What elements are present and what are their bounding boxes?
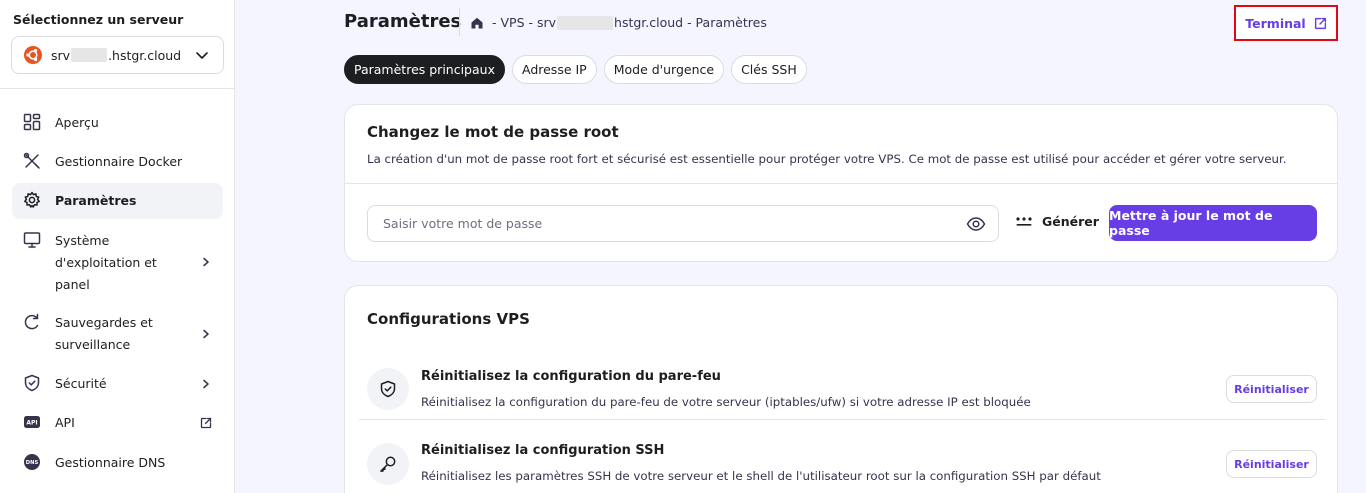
sidebar-item-api[interactable]: API API (12, 412, 223, 434)
page-title: Paramètres (344, 11, 462, 32)
sidebar-item-label: Aperçu (55, 115, 99, 130)
card-title: Changez le mot de passe root (367, 123, 619, 141)
sidebar-item-label: Gestionnaire DNS (55, 455, 166, 470)
breadcrumb: - VPS - srv hstgr.cloud - Paramètres (470, 15, 767, 30)
server-name-prefix: srv (51, 47, 71, 63)
sidebar: Sélectionnez un serveur srv .hstgr.cloud (0, 0, 235, 493)
api-icon: API (22, 412, 42, 432)
terminal-highlight: Terminal (1234, 5, 1338, 41)
sidebar-item-label: Sauvegardes et surveillance (55, 312, 199, 356)
row-title: Réinitialisez la configuration du pare-f… (421, 369, 721, 384)
shield-icon (22, 373, 42, 393)
external-link-icon (199, 416, 213, 430)
label-line: Système (55, 233, 110, 248)
label-line: surveillance (55, 337, 131, 352)
card-description: La création d'un mot de passe root fort … (367, 152, 1287, 166)
home-icon[interactable] (470, 16, 484, 30)
redacted-text (71, 48, 108, 62)
chevron-right-icon (199, 327, 213, 341)
tab-ip-address[interactable]: Adresse IP (511, 55, 597, 84)
shield-check-icon (367, 368, 409, 410)
vps-config-card: Configurations VPS Réinitialisez la conf… (344, 285, 1338, 493)
label-line: Sauvegardes et (55, 315, 153, 330)
sidebar-item-dns[interactable]: DNS Gestionnaire DNS (12, 452, 223, 474)
settings-tabs: Paramètres principaux Adresse IP Mode d'… (344, 55, 814, 84)
password-field[interactable] (367, 205, 999, 242)
sidebar-item-overview[interactable]: Aperçu (12, 112, 223, 134)
terminal-label: Terminal (1245, 15, 1306, 31)
row-description: Réinitialisez les paramètres SSH de votr… (421, 469, 1101, 483)
svg-text:DNS: DNS (26, 460, 39, 466)
title-divider (459, 8, 460, 36)
sidebar-divider (0, 88, 234, 89)
tab-main-settings[interactable]: Paramètres principaux (344, 55, 505, 84)
sidebar-item-docker[interactable]: Gestionnaire Docker (12, 151, 223, 173)
key-icon (367, 443, 409, 485)
refresh-icon (22, 312, 42, 332)
redacted-text (557, 15, 614, 30)
terminal-link[interactable]: Terminal (1245, 16, 1326, 31)
label-line: panel (55, 277, 90, 292)
row-title: Réinitialisez la configuration SSH (421, 443, 665, 458)
sidebar-item-settings[interactable]: Paramètres (12, 183, 223, 219)
server-select-title: Sélectionnez un serveur (13, 12, 184, 27)
external-link-icon (1314, 17, 1327, 30)
sidebar-item-security[interactable]: Sécurité (12, 373, 223, 395)
sidebar-item-label: Paramètres (55, 193, 137, 208)
sidebar-item-label: Système d'exploitation et panel (55, 230, 199, 296)
sidebar-item-label: Gestionnaire Docker (55, 154, 183, 169)
label-line: d'exploitation et (55, 255, 157, 270)
ubuntu-icon (24, 46, 42, 64)
overview-grid-icon (22, 112, 42, 132)
update-password-button[interactable]: Mettre à jour le mot de passe (1109, 205, 1317, 241)
reset-firewall-button[interactable]: Réinitialiser (1226, 375, 1317, 403)
monitor-icon (22, 230, 42, 250)
reset-ssh-button[interactable]: Réinitialiser (1226, 450, 1317, 478)
card-divider (345, 183, 1337, 184)
password-input[interactable] (368, 206, 928, 241)
chevron-down-icon (196, 52, 208, 59)
password-dots-icon (1016, 216, 1032, 227)
chevron-right-icon (199, 377, 213, 391)
svg-text:API: API (26, 420, 37, 427)
tab-emergency-mode[interactable]: Mode d'urgence (603, 55, 725, 84)
server-select[interactable]: srv .hstgr.cloud (11, 36, 224, 74)
row-divider (359, 419, 1325, 420)
chevron-right-icon (199, 255, 213, 269)
config-row-ssh: Réinitialisez la configuration SSH Réini… (359, 436, 1325, 492)
generate-label: Générer (1042, 214, 1099, 229)
gear-icon (22, 190, 42, 210)
generate-password-button[interactable]: Générer (1016, 214, 1099, 229)
server-name: srv .hstgr.cloud (51, 48, 181, 63)
sidebar-item-os-panel[interactable]: Système d'exploitation et panel (12, 230, 223, 296)
row-description: Réinitialisez la configuration du pare-f… (421, 395, 1031, 409)
dns-icon: DNS (22, 452, 42, 472)
tab-ssh-keys[interactable]: Clés SSH (731, 55, 807, 84)
eye-icon[interactable] (966, 215, 986, 233)
breadcrumb-part: hstgr.cloud - Paramètres (614, 15, 767, 30)
server-name-suffix: .hstgr.cloud (108, 47, 182, 63)
card-title: Configurations VPS (367, 310, 530, 328)
sidebar-item-label: API (55, 415, 75, 430)
config-row-firewall: Réinitialisez la configuration du pare-f… (359, 362, 1325, 418)
sidebar-item-label: Sécurité (55, 376, 107, 391)
docker-tools-icon (22, 151, 42, 171)
sidebar-item-backups[interactable]: Sauvegardes et surveillance (12, 312, 223, 356)
breadcrumb-part: - VPS - srv (492, 15, 557, 30)
root-password-card: Changez le mot de passe root La création… (344, 104, 1338, 262)
